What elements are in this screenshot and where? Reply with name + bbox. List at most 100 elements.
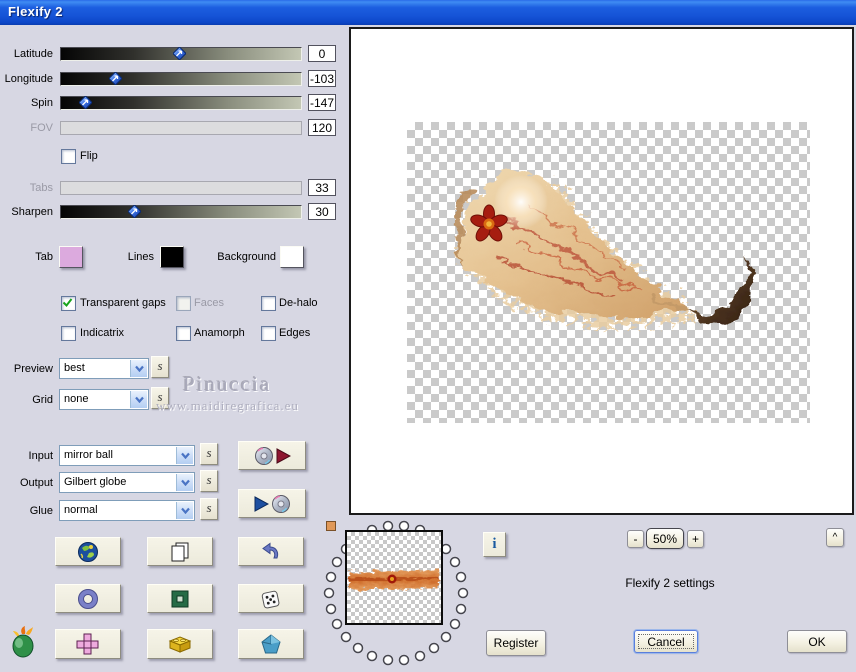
faces-label: Faces (194, 297, 224, 309)
background-color-label: Background (217, 251, 276, 263)
glue-combo-value: normal (64, 504, 98, 516)
background-color-swatch[interactable] (280, 246, 304, 268)
tab-color-label: Tab (35, 251, 53, 263)
longitude-value-field[interactable] (308, 70, 336, 87)
chevron-down-icon[interactable] (176, 447, 193, 464)
ok-button[interactable]: OK (787, 630, 847, 653)
play-blue-icon (254, 495, 269, 512)
focus-ring (638, 634, 694, 649)
lines-color-swatch[interactable] (160, 246, 184, 268)
grid-combo[interactable]: none (59, 389, 149, 410)
preview-panel (349, 27, 854, 515)
longitude-slider-handle[interactable] (108, 71, 123, 86)
flaming-pear-logo-icon[interactable] (9, 625, 39, 659)
tabs-label: Tabs (29, 182, 53, 194)
indicatrix-label: Indicatrix (80, 327, 125, 339)
cancel-button[interactable]: Cancel (634, 630, 698, 653)
anamorph-checkbox[interactable] (176, 326, 191, 341)
longitude-label: Longitude (4, 73, 53, 85)
register-button[interactable]: Register (486, 630, 546, 656)
chevron-down-icon[interactable] (176, 474, 193, 491)
brick-button[interactable] (147, 629, 213, 659)
latitude-value-field[interactable] (308, 45, 336, 62)
undo-button[interactable] (238, 537, 304, 566)
grid-combo-label: Grid (32, 394, 53, 406)
spin-slider[interactable] (60, 95, 302, 110)
input-combo-value: mirror ball (64, 449, 113, 461)
output-s-button[interactable]: s (200, 470, 218, 492)
chevron-down-icon[interactable] (130, 391, 147, 408)
longitude-slider[interactable] (60, 71, 302, 86)
transparent-gaps-label: Transparent gaps (80, 297, 166, 309)
fov-value-field[interactable] (308, 119, 336, 136)
zoom-level[interactable]: 50% (646, 528, 684, 549)
tab-color-swatch[interactable] (59, 246, 83, 268)
torus-icon (78, 588, 98, 609)
spin-slider-handle[interactable] (78, 95, 93, 110)
glue-combo-label: Glue (29, 505, 53, 517)
output-combo-value: Gilbert globe (64, 476, 127, 488)
preview-combo[interactable]: best (59, 358, 149, 379)
fov-label: FOV (30, 122, 53, 134)
play-red-icon (276, 447, 291, 464)
preview-combo-label: Preview (13, 363, 53, 375)
indicatrix-checkbox[interactable] (61, 326, 76, 341)
chevron-down-icon[interactable] (130, 360, 147, 377)
latitude-label: Latitude (13, 48, 53, 60)
load-settings-button[interactable] (238, 441, 306, 470)
earth-view-button[interactable] (55, 537, 121, 566)
spin-value-field[interactable] (308, 94, 336, 111)
anamorph-label: Anamorph (194, 327, 245, 339)
copy-button[interactable] (147, 537, 213, 566)
collapse-button[interactable]: ^ (826, 528, 844, 547)
flip-label: Flip (80, 150, 98, 162)
square-frame-button[interactable] (147, 584, 213, 613)
polyhedron-button[interactable] (238, 629, 304, 659)
transparent-gaps-checkbox[interactable] (61, 296, 76, 311)
window-title: Flexify 2 (8, 4, 63, 19)
tabs-value-field[interactable] (308, 179, 336, 196)
cross-net-icon (76, 633, 99, 655)
dice-icon (261, 590, 280, 608)
ring-handle[interactable] (326, 521, 336, 531)
brick-icon (168, 636, 192, 653)
sharpen-label: Sharpen (11, 206, 53, 218)
input-combo-label: Input (28, 450, 53, 462)
random-dice-button[interactable] (238, 584, 304, 613)
gem-icon (261, 634, 281, 654)
undo-icon (262, 542, 279, 558)
input-combo[interactable]: mirror ball (59, 445, 195, 466)
edges-label: Edges (279, 327, 311, 339)
chevron-down-icon[interactable] (176, 502, 193, 519)
zoom-in-button[interactable]: + (687, 530, 704, 548)
source-thumbnail (345, 530, 443, 625)
input-s-button[interactable]: s (200, 443, 218, 465)
preview-s-button[interactable]: s (151, 356, 169, 378)
tabs-slider (60, 181, 302, 195)
sharpen-value-field[interactable] (308, 203, 336, 220)
glue-s-button[interactable]: s (200, 498, 218, 520)
cd-icon (271, 494, 290, 513)
unfold-cube-button[interactable] (55, 629, 121, 659)
preview-combo-value: best (64, 362, 85, 374)
glue-combo[interactable]: normal (59, 500, 195, 521)
zoom-out-button[interactable]: - (627, 530, 644, 548)
info-button[interactable]: i (483, 532, 506, 557)
sharpen-slider[interactable] (60, 204, 302, 219)
output-combo-label: Output (19, 477, 53, 489)
cd-icon (254, 446, 273, 465)
flip-checkbox[interactable] (61, 149, 76, 164)
fov-slider (60, 121, 302, 135)
check-icon (62, 298, 73, 308)
output-combo[interactable]: Gilbert globe (59, 472, 195, 493)
dehalo-checkbox[interactable] (261, 296, 276, 311)
latitude-slider-handle[interactable] (172, 46, 187, 61)
edges-checkbox[interactable] (261, 326, 276, 341)
watermark-name: Pinuccia (183, 372, 272, 396)
save-settings-button[interactable] (238, 489, 306, 518)
torus-button[interactable] (55, 584, 121, 613)
preview-image (455, 171, 753, 323)
sharpen-slider-handle[interactable] (127, 204, 142, 219)
latitude-slider[interactable] (60, 46, 302, 61)
title-bar[interactable]: Flexify 2 (0, 0, 856, 25)
